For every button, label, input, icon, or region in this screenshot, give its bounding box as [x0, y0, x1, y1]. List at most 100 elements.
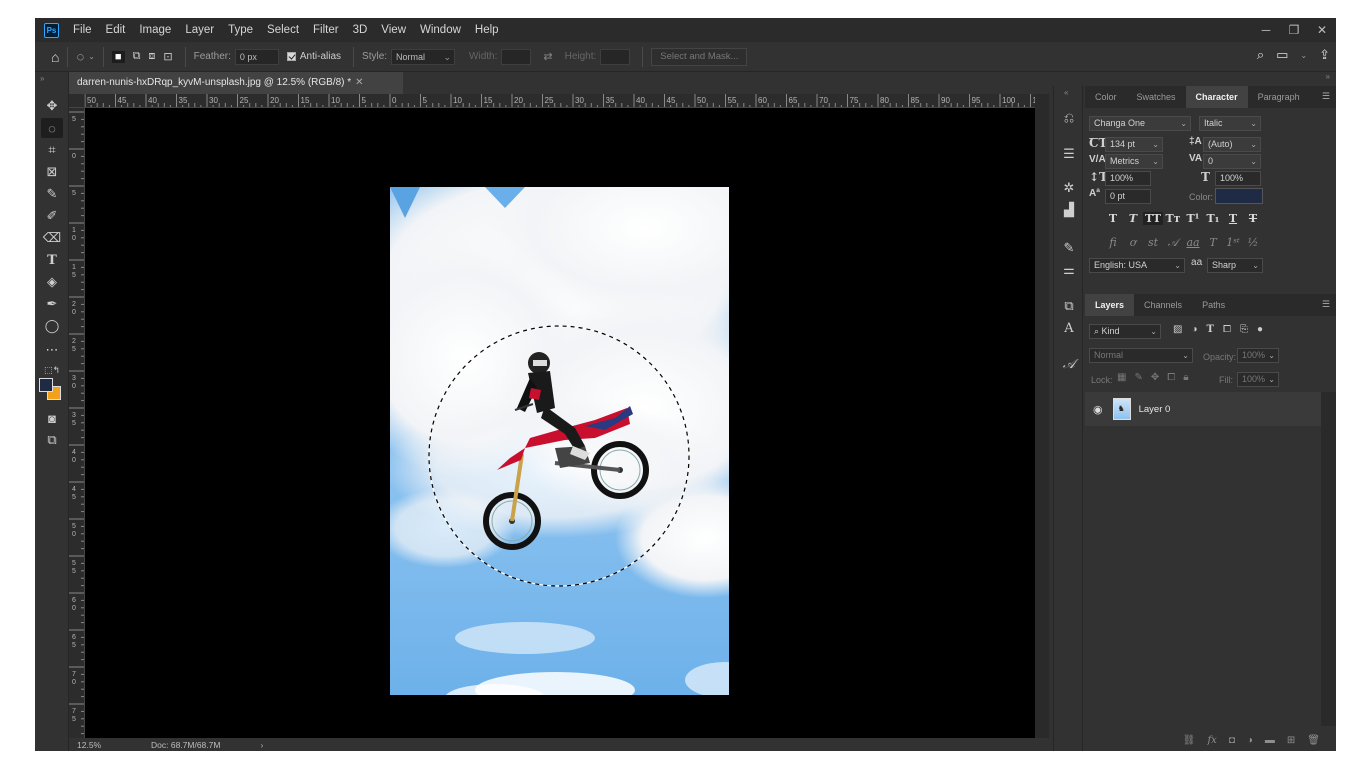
layer-row[interactable]: ◉ ♞ Layer 0: [1085, 392, 1321, 426]
add-mask-icon[interactable]: ◘: [1229, 735, 1235, 746]
tab-layers[interactable]: Layers: [1085, 294, 1135, 316]
new-group-icon[interactable]: ▬: [1265, 735, 1275, 746]
more-tools-icon[interactable]: ⋯: [41, 340, 63, 360]
layer-style-fx-icon[interactable]: fx: [1207, 735, 1216, 746]
close-icon[interactable]: ✕: [1308, 23, 1336, 37]
chevron-down-icon[interactable]: ⌄: [1300, 51, 1307, 60]
lock-artboard-icon[interactable]: ⧠: [1167, 372, 1175, 383]
elliptical-marquee-tool-icon[interactable]: ◌: [41, 118, 63, 138]
panel-menu-icon[interactable]: ☰: [1322, 299, 1330, 310]
brush-settings-panel-icon[interactable]: ✎: [1061, 240, 1077, 256]
ordinals-st-icon[interactable]: 1ˢᵗ: [1223, 236, 1243, 250]
menu-layer[interactable]: Layer: [185, 24, 214, 36]
collapse-icon[interactable]: »: [40, 74, 44, 83]
smart-object-filter-icon[interactable]: ⎘: [1240, 324, 1248, 335]
menu-filter[interactable]: Filter: [313, 24, 339, 36]
tab-channels[interactable]: Channels: [1134, 294, 1192, 316]
quick-selection-tool-icon[interactable]: ✎: [41, 184, 63, 204]
feather-input[interactable]: 0 px: [234, 48, 279, 65]
intersect-selection-icon[interactable]: ⊡: [163, 50, 172, 63]
share-icon[interactable]: ⇪: [1319, 47, 1330, 63]
document-tab[interactable]: darren-nunis-hxDRqp_kyvM-unsplash.jpg @ …: [69, 72, 403, 94]
chevron-down-icon[interactable]: ⌄: [88, 52, 95, 61]
menu-window[interactable]: Window: [420, 24, 461, 36]
adjustment-filter-icon[interactable]: ◑: [1191, 324, 1197, 335]
leading-input[interactable]: (Auto) ⌄: [1203, 137, 1261, 152]
document-canvas[interactable]: [85, 108, 1035, 738]
menu-view[interactable]: View: [381, 24, 406, 36]
pen-tool-icon[interactable]: ✒: [41, 294, 63, 314]
close-tab-icon[interactable]: ✕: [355, 77, 363, 88]
menu-help[interactable]: Help: [475, 24, 499, 36]
type-tool-icon[interactable]: T: [41, 250, 63, 270]
move-tool-icon[interactable]: ✥: [41, 96, 63, 116]
vertical-scale-input[interactable]: 100%: [1105, 171, 1151, 186]
menu-edit[interactable]: Edit: [106, 24, 126, 36]
add-selection-icon[interactable]: ⧉: [133, 50, 141, 63]
style-select[interactable]: Normal ⌄: [391, 48, 456, 65]
tab-paragraph[interactable]: Paragraph: [1248, 86, 1310, 108]
tab-paths[interactable]: Paths: [1192, 294, 1235, 316]
filter-toggle-icon[interactable]: ●: [1257, 324, 1263, 335]
underline-icon[interactable]: T: [1223, 212, 1243, 225]
frame-tool-icon[interactable]: ⊠: [41, 162, 63, 182]
layer-name[interactable]: Layer 0: [1139, 404, 1171, 415]
properties-panel-icon[interactable]: ☰: [1061, 146, 1077, 162]
home-icon[interactable]: ⌂: [51, 49, 59, 65]
superscript-icon[interactable]: T¹: [1183, 212, 1203, 225]
crop-tool-icon[interactable]: ⌗: [41, 140, 63, 160]
brush-tool-icon[interactable]: ✐: [41, 206, 63, 226]
font-style-select[interactable]: Italic ⌄: [1199, 116, 1261, 131]
ordinals-icon[interactable]: T: [1203, 236, 1223, 250]
tracking-input[interactable]: 0 ⌄: [1203, 154, 1261, 169]
small-caps-icon[interactable]: Tт: [1163, 212, 1183, 225]
new-layer-icon[interactable]: ⊞: [1287, 735, 1295, 746]
vertical-scrollbar[interactable]: [1035, 94, 1049, 738]
subtract-selection-icon[interactable]: ⧈: [148, 50, 155, 63]
select-and-mask-button[interactable]: Select and Mask...: [651, 47, 748, 66]
libraries-panel-icon[interactable]: ⧉: [1061, 298, 1077, 314]
quick-mask-icon[interactable]: ◙: [41, 408, 63, 428]
ruler-origin[interactable]: [69, 94, 85, 108]
faux-bold-icon[interactable]: T: [1103, 212, 1123, 225]
glyphs-panel-icon[interactable]: 𝒜: [1061, 356, 1077, 372]
history-panel-icon[interactable]: ⎌: [1061, 110, 1077, 126]
swash-icon[interactable]: 𝒜: [1163, 236, 1183, 250]
baseline-shift-input[interactable]: 0 pt: [1105, 189, 1151, 204]
swap-icon[interactable]: ⇄: [543, 50, 552, 63]
canvas-area[interactable]: [85, 108, 1035, 738]
collapse-icon[interactable]: «: [1064, 88, 1068, 97]
new-selection-icon[interactable]: ■: [111, 50, 125, 63]
eye-visibility-icon[interactable]: ◉: [1093, 403, 1103, 416]
histogram-panel-icon[interactable]: ▟: [1061, 202, 1077, 218]
shape-filter-icon[interactable]: ⧠: [1223, 324, 1231, 335]
horizontal-ruler[interactable]: 50 45 40 35 30 25 20 15 10 5 0 5 10 15 20 25 30 35 40 45 50 5…: [85, 94, 1035, 108]
lock-transparent-icon[interactable]: ▦: [1117, 372, 1126, 383]
tab-character[interactable]: Character: [1185, 86, 1248, 108]
kerning-select[interactable]: Metrics ⌄: [1105, 154, 1163, 169]
workspace-icon[interactable]: ▭: [1276, 47, 1288, 63]
restore-icon[interactable]: ❐: [1280, 23, 1308, 37]
panel-menu-icon[interactable]: ☰: [1322, 91, 1330, 102]
tab-swatches[interactable]: Swatches: [1127, 86, 1186, 108]
lock-all-icon[interactable]: 🔒︎: [1183, 372, 1188, 383]
old-style-icon[interactable]: ơ: [1123, 236, 1143, 250]
fill-input[interactable]: 100% ⌄: [1237, 372, 1279, 387]
opacity-input[interactable]: 100% ⌄: [1237, 348, 1279, 363]
link-layers-icon[interactable]: ⛓: [1183, 735, 1196, 746]
foreground-color-swatch[interactable]: [39, 378, 53, 392]
stylistic-alternates-icon[interactable]: st: [1143, 236, 1163, 250]
collapse-icon[interactable]: »: [1326, 72, 1330, 81]
delete-layer-icon[interactable]: 🗑︎: [1307, 735, 1320, 746]
tab-color[interactable]: Color: [1085, 86, 1127, 108]
menu-type[interactable]: Type: [228, 24, 253, 36]
text-color-swatch[interactable]: [1215, 188, 1263, 204]
horizontal-scale-input[interactable]: 100%: [1215, 171, 1261, 186]
lock-image-icon[interactable]: ✎: [1134, 372, 1142, 383]
font-family-select[interactable]: Changa One ⌄: [1089, 116, 1191, 131]
vertical-ruler[interactable]: 5051015202530354045505560657075: [69, 108, 85, 738]
paint-bucket-tool-icon[interactable]: ◈: [41, 272, 63, 292]
subscript-icon[interactable]: T₁: [1203, 212, 1223, 225]
pixel-filter-icon[interactable]: ▨: [1173, 324, 1182, 335]
elliptical-marquee-preset-icon[interactable]: ◌: [76, 49, 84, 64]
